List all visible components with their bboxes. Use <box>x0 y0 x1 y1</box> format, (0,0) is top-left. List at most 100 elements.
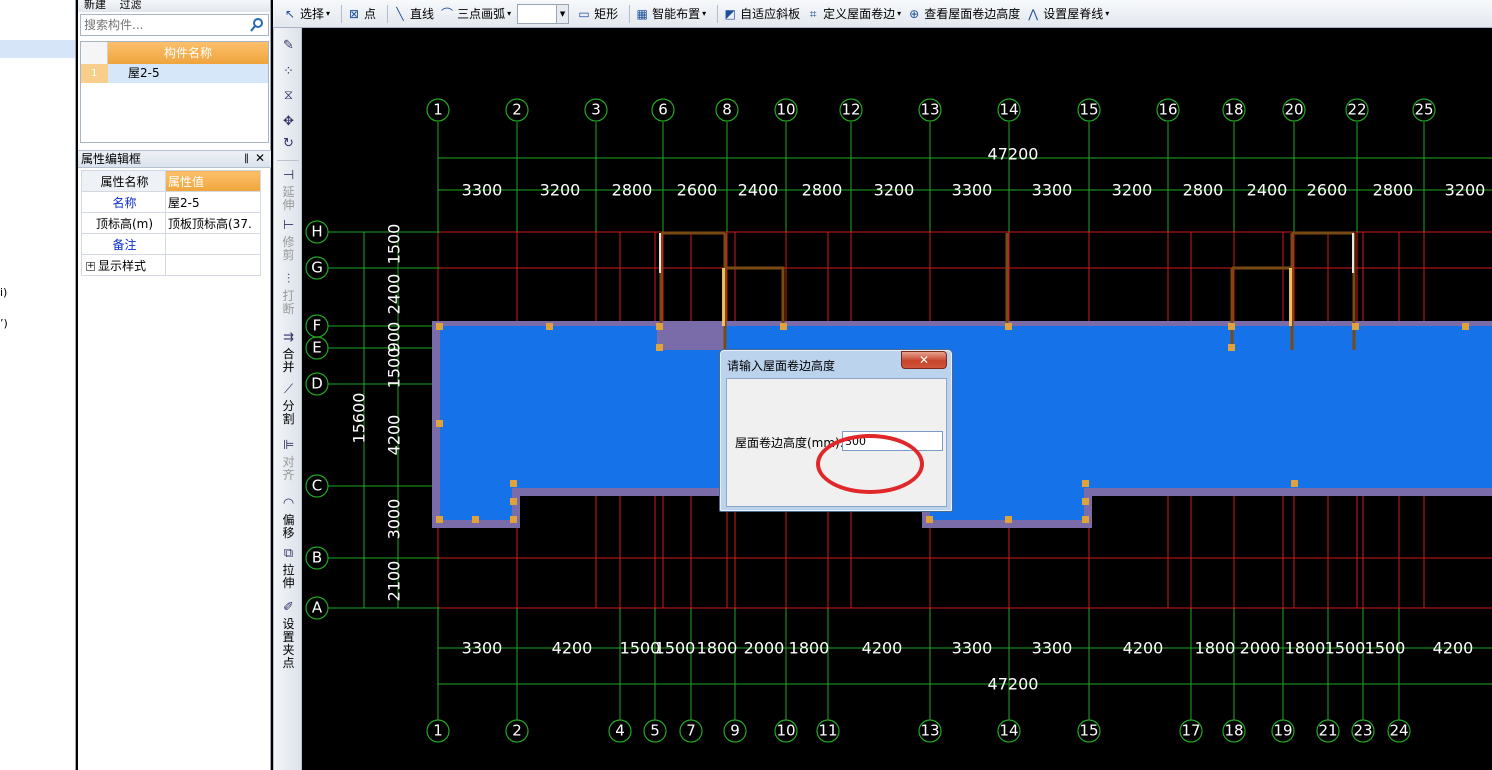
rectangle-button[interactable]: ▭ 矩形 <box>577 5 618 22</box>
dimension-text: 3000 <box>385 499 404 540</box>
pin-icon[interactable]: ‖ <box>244 151 249 167</box>
search-input[interactable] <box>81 15 241 35</box>
point-button[interactable]: ⊠ 点 <box>347 5 376 22</box>
set-ridge-line-button[interactable]: ⋀ 设置屋脊线 ▾ <box>1026 5 1109 22</box>
component-name[interactable]: 屋2-5 <box>108 64 268 83</box>
three-point-arc-button[interactable]: ⌒ 三点画弧 ▾ <box>440 5 511 22</box>
property-value[interactable]: 屋2-5 <box>165 191 261 213</box>
break-icon[interactable]: ⫶ <box>280 272 297 289</box>
adaptive-slope-slab-button[interactable]: ◩ 自适应斜板 <box>723 5 800 22</box>
table-row[interactable]: + 显示样式 <box>81 254 261 276</box>
axis-label: 10 <box>776 722 795 740</box>
dimension-text: 1500 <box>385 348 404 389</box>
brush-icon[interactable]: ✎ <box>280 38 297 55</box>
axis-label: 14 <box>999 722 1018 740</box>
axis-label: 15 <box>1079 101 1098 119</box>
table-row[interactable]: 备注 <box>81 233 261 255</box>
stretch-icon[interactable]: ⧉ <box>280 546 297 563</box>
dimension-text: 3200 <box>874 181 915 200</box>
dimension-text: 2400 <box>1247 181 1288 200</box>
select-button[interactable]: ↖ 选择 ▾ <box>283 5 330 22</box>
extend-icon[interactable]: ⊣ <box>280 168 297 185</box>
dimension-text: 4200 <box>1123 639 1164 658</box>
dimension-text: 3300 <box>462 181 503 200</box>
merge-button[interactable]: 合并 <box>281 348 296 374</box>
mirror-icon[interactable]: ⧖ <box>280 88 297 105</box>
extend-button[interactable]: 延伸 <box>281 186 296 212</box>
dialog-title: 请输入屋面卷边高度 <box>727 359 836 373</box>
axis-label: 13 <box>920 101 939 119</box>
property-value[interactable] <box>165 254 261 276</box>
column-header-name[interactable]: 构件名称 <box>108 42 268 64</box>
dimension-text: 2000 <box>744 639 785 658</box>
table-row[interactable]: 1 屋2-5 <box>81 64 268 83</box>
filter-button[interactable]: 过滤 <box>120 0 142 11</box>
break-button[interactable]: 打断 <box>281 290 296 316</box>
dimension-text: 2600 <box>1307 181 1348 200</box>
close-icon[interactable]: ✕ <box>255 150 265 166</box>
axis-label: 6 <box>658 101 668 119</box>
dialog-close-button[interactable]: ✕ <box>901 351 947 369</box>
selected-row-highlight[interactable] <box>0 40 75 58</box>
axis-label: A <box>312 599 323 617</box>
grip-icon[interactable]: ✐ <box>280 600 297 617</box>
split-button[interactable]: 分割 <box>281 400 296 426</box>
property-table: 属性名称 属性值 名称 屋2-5 顶标高(m) 顶板顶标高(37. 备注 + 显示… <box>81 170 261 276</box>
rotate-icon[interactable]: ↻ <box>280 136 297 153</box>
axis-label: 15 <box>1079 722 1098 740</box>
pointer-icon: ↖ <box>284 6 296 21</box>
new-button[interactable]: 新建 <box>84 0 106 11</box>
dimension-text: 2600 <box>677 181 718 200</box>
axis-label: E <box>312 339 321 357</box>
dimension-text: 3300 <box>1032 181 1073 200</box>
arc-mode-select[interactable]: ▼ <box>517 3 570 24</box>
align-button[interactable]: 对齐 <box>281 456 296 482</box>
axis-label: 18 <box>1224 722 1243 740</box>
axis-label: 2 <box>512 722 522 740</box>
define-roof-edge-button[interactable]: ⌗ 定义屋面卷边 ▾ <box>806 5 901 22</box>
grid-icon: ▦ <box>636 6 648 21</box>
dialog-body: 屋面卷边高度(mm): <box>726 378 947 507</box>
search-icon[interactable] <box>249 17 265 33</box>
arc-icon: ⌒ <box>441 6 454 21</box>
dimension-text: 1800 <box>789 639 830 658</box>
offset-icon[interactable]: ◠ <box>280 496 297 513</box>
dimension-text: 4200 <box>1433 639 1474 658</box>
table-row[interactable]: 顶标高(m) 顶板顶标高(37. <box>81 212 261 234</box>
move-icon[interactable]: ✥ <box>280 114 297 131</box>
merge-icon[interactable]: ⇉ <box>280 330 297 347</box>
axis-label: 24 <box>1389 722 1408 740</box>
dimension-text: 2800 <box>802 181 843 200</box>
view-roof-edge-height-button[interactable]: ⊕ 查看屋面卷边高度 <box>907 5 1020 22</box>
line-button[interactable]: ╲ 直线 <box>393 5 434 22</box>
copy-icon[interactable]: ⁘ <box>280 64 297 81</box>
search-box <box>80 14 269 36</box>
align-icon[interactable]: ⊫ <box>280 438 297 455</box>
property-value[interactable] <box>165 233 261 255</box>
axis-label: 1 <box>433 101 443 119</box>
expand-icon[interactable]: + <box>86 261 95 271</box>
dimension-total: 47200 <box>988 145 1039 164</box>
drawing-toolbar: ↖ 选择 ▾ ⊠ 点 ╲ 直线 ⌒ 三点画弧 ▾ ▼ ▭ 矩形 ▦ 智能布置 ▾ ◩ 自适应斜板 ⌗… <box>273 0 1492 28</box>
smart-layout-button[interactable]: ▦ 智能布置 ▾ <box>635 5 706 22</box>
dimension-text: 2000 <box>1240 639 1281 658</box>
dimension-text: 2400 <box>385 274 404 315</box>
axis-label: 25 <box>1414 101 1433 119</box>
view-icon: ⊕ <box>909 6 920 21</box>
roof-slab[interactable] <box>432 231 1492 528</box>
set-grip-button[interactable]: 设置夹点 <box>281 618 296 670</box>
axis-label: 16 <box>1158 101 1177 119</box>
stretch-button[interactable]: 拉伸 <box>281 564 296 590</box>
property-group-display-style[interactable]: + 显示样式 <box>81 254 166 276</box>
offset-button[interactable]: 偏移 <box>281 514 296 540</box>
axis-label: 4 <box>615 722 625 740</box>
split-icon[interactable]: ⟋ <box>280 382 297 399</box>
property-value[interactable]: 顶板顶标高(37. <box>165 212 261 234</box>
table-row[interactable]: 名称 屋2-5 <box>81 191 261 213</box>
axis-label: 8 <box>722 101 732 119</box>
chevron-down-icon[interactable]: ▼ <box>556 4 569 23</box>
trim-button[interactable]: 修剪 <box>281 236 296 262</box>
dimension-text: 1800 <box>1285 639 1326 658</box>
axis-label: 5 <box>650 722 660 740</box>
trim-icon[interactable]: ⊢ <box>280 218 297 235</box>
